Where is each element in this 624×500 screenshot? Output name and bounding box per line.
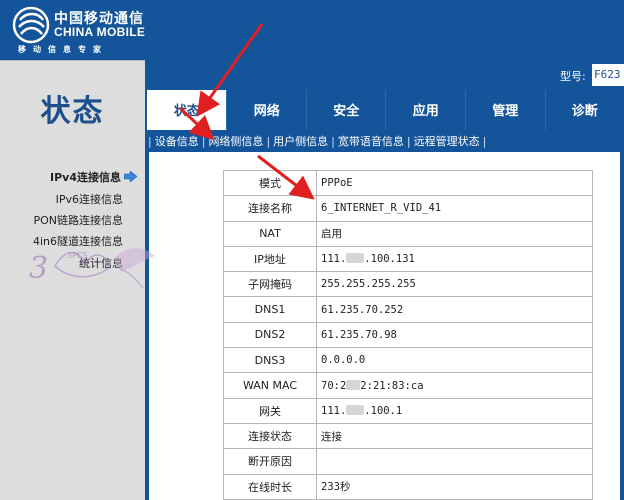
subnav-voice-info[interactable]: 宽带语音信息 bbox=[338, 133, 404, 149]
model-value: F623 bbox=[592, 64, 624, 86]
row-label: DNS3 bbox=[223, 347, 317, 374]
subnav-remote-management[interactable]: 远程管理状态 bbox=[414, 133, 480, 149]
brand-name-en: CHINA MOBILE bbox=[54, 25, 146, 39]
row-label: 子网掩码 bbox=[223, 271, 317, 298]
sidebar: IPv4连接信息 IPv6连接信息 PON链路连接信息 4in6隧道连接信息 统… bbox=[0, 152, 145, 500]
table-row: 在线时长 233秒 bbox=[223, 473, 593, 500]
row-label: 连接名称 bbox=[223, 195, 317, 222]
row-value: 连接 bbox=[316, 422, 593, 450]
sidebar-item-pon[interactable]: PON链路连接信息 bbox=[33, 212, 123, 228]
subnav-user-side-info[interactable]: 用户侧信息 bbox=[273, 133, 328, 149]
china-mobile-logo-icon bbox=[12, 6, 50, 44]
table-row: DNS3 0.0.0.0 bbox=[223, 347, 593, 374]
value-part: .100.1 bbox=[364, 404, 403, 417]
sidebar-item-label: IPv4连接信息 bbox=[50, 171, 121, 184]
row-label: DNS1 bbox=[223, 296, 317, 323]
tab-status[interactable]: 状态 bbox=[147, 90, 227, 130]
arrow-right-icon bbox=[124, 171, 137, 182]
value-part: 70:2 bbox=[321, 379, 347, 392]
value-part: 2:21:83:ca bbox=[360, 379, 424, 392]
row-value: 61.235.70.252 bbox=[316, 296, 593, 323]
row-value: 6_INTERNET_R_VID_41 bbox=[316, 195, 593, 222]
table-row: WAN MAC 70:2 2:21:83:ca bbox=[223, 372, 593, 399]
subnav-network-side-info[interactable]: 网络侧信息 bbox=[208, 133, 263, 149]
subnav-separator: | bbox=[331, 134, 335, 148]
row-value: 0.0.0.0 bbox=[316, 347, 593, 374]
row-value: 255.255.255.255 bbox=[316, 271, 593, 298]
page-title: 状态 bbox=[40, 94, 105, 129]
table-row: 断开原因 bbox=[223, 448, 593, 475]
model-bar bbox=[145, 60, 624, 90]
row-value: 111. .100.131 bbox=[316, 245, 593, 273]
row-value: 61.235.70.98 bbox=[316, 321, 593, 349]
model-label: 型号: bbox=[560, 70, 586, 83]
subnav-separator: | bbox=[406, 134, 411, 148]
tab-network[interactable]: 网络 bbox=[226, 90, 306, 130]
sidebar-item-ipv6[interactable]: IPv6连接信息 bbox=[56, 191, 123, 207]
tab-application[interactable]: 应用 bbox=[385, 90, 465, 130]
row-value: 70:2 2:21:83:ca bbox=[316, 372, 593, 399]
brand-slogan: 移动信息专家 bbox=[18, 45, 108, 54]
table-row: 连接名称 6_INTERNET_R_VID_41 bbox=[223, 195, 593, 222]
row-label: 连接状态 bbox=[223, 422, 317, 450]
row-value bbox=[316, 448, 593, 475]
redaction-blur bbox=[346, 253, 365, 264]
redaction-blur bbox=[346, 404, 365, 415]
redaction-blur bbox=[346, 379, 361, 390]
row-label: 网关 bbox=[223, 397, 317, 424]
row-value: 233秒 bbox=[316, 473, 593, 500]
tab-security[interactable]: 安全 bbox=[305, 90, 386, 130]
table-row: 模式 PPPoE bbox=[223, 169, 593, 197]
row-value: PPPoE bbox=[316, 169, 593, 197]
table-row: NAT 启用 bbox=[223, 220, 593, 247]
row-label: NAT bbox=[223, 220, 317, 247]
subnav-separator: | bbox=[482, 134, 487, 148]
tab-diagnostics[interactable]: 诊断 bbox=[544, 90, 624, 130]
svg-text:3: 3 bbox=[29, 251, 48, 286]
row-label: 模式 bbox=[223, 169, 317, 197]
row-value: 111. .100.1 bbox=[316, 397, 593, 424]
table-row: 连接状态 连接 bbox=[223, 422, 593, 450]
watermark-text: 3PCS bbox=[67, 251, 88, 260]
subnav-separator: | bbox=[266, 134, 271, 148]
tab-management[interactable]: 管理 bbox=[465, 90, 545, 130]
subnav-separator: | bbox=[201, 134, 206, 148]
frame-border bbox=[620, 152, 624, 500]
main-tabs: 状态 网络 安全 应用 管理 诊断 bbox=[145, 90, 624, 130]
row-label: 在线时长 bbox=[223, 473, 317, 500]
subnav-device-info[interactable]: 设备信息 bbox=[155, 133, 199, 149]
value-part: 111. bbox=[321, 253, 347, 266]
table-row: 网关 111. .100.1 bbox=[223, 397, 593, 424]
table-row: DNS2 61.235.70.98 bbox=[223, 321, 593, 349]
table-row: DNS1 61.235.70.252 bbox=[223, 296, 593, 323]
sidebar-item-ipv4[interactable]: IPv4连接信息 bbox=[50, 169, 137, 185]
row-value: 启用 bbox=[316, 220, 593, 247]
value-part: 111. bbox=[321, 404, 347, 417]
wan-info-table: 模式 PPPoE 连接名称 6_INTERNET_R_VID_41 NAT 启用 IP… bbox=[223, 169, 593, 500]
value-part: .100.131 bbox=[364, 253, 415, 266]
sub-navigation: | 设备信息 | 网络侧信息 | 用户侧信息 | 宽带语音信息 | 远程管理状态… bbox=[145, 130, 624, 152]
row-label: IP地址 bbox=[223, 245, 317, 273]
subnav-separator: | bbox=[148, 134, 152, 148]
butterfly-watermark-icon: 3 3PCS bbox=[29, 248, 155, 289]
row-label: WAN MAC bbox=[223, 372, 317, 399]
row-label: 断开原因 bbox=[223, 448, 317, 475]
row-label: DNS2 bbox=[223, 321, 317, 349]
table-row: IP地址 111. .100.131 bbox=[223, 245, 593, 273]
table-row: 子网掩码 255.255.255.255 bbox=[223, 271, 593, 298]
